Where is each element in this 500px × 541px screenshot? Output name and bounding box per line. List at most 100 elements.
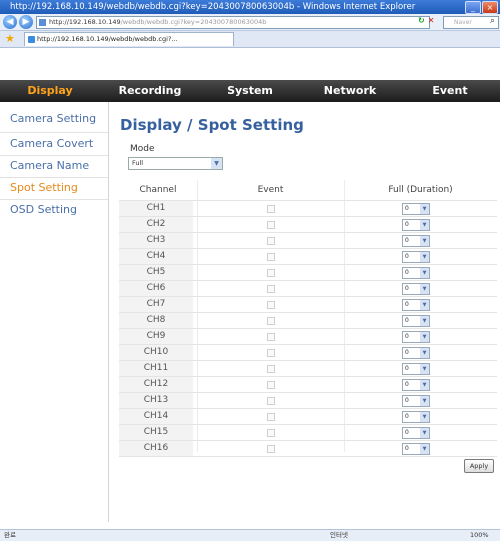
channel-cell: CH12 <box>119 377 193 392</box>
event-checkbox[interactable] <box>267 445 275 453</box>
duration-select[interactable]: 0 ▼ <box>402 203 430 215</box>
sidebar: Camera Setting Camera Covert Camera Name… <box>0 102 109 522</box>
channel-cell: CH11 <box>119 361 193 376</box>
duration-value: 0 <box>405 365 409 372</box>
chevron-down-icon: ▼ <box>420 428 429 438</box>
duration-value: 0 <box>405 285 409 292</box>
sidebar-item-camera-setting[interactable]: Camera Setting <box>10 112 96 125</box>
duration-select[interactable]: 0 ▼ <box>402 315 430 327</box>
channel-cell: CH7 <box>119 297 193 312</box>
channel-cell: CH1 <box>119 201 193 216</box>
chevron-down-icon: ▼ <box>420 220 429 230</box>
table-header: Channel Event Full (Duration) <box>119 180 497 200</box>
page-icon <box>39 19 46 26</box>
chevron-down-icon: ▼ <box>420 348 429 358</box>
chevron-down-icon: ▼ <box>420 284 429 294</box>
table-row: CH7 0 ▼ <box>119 296 497 312</box>
back-icon[interactable]: ◀ <box>3 15 17 29</box>
sidebar-item-spot-setting[interactable]: Spot Setting <box>10 181 78 194</box>
duration-select[interactable]: 0 ▼ <box>402 235 430 247</box>
favorites-star-icon[interactable]: ★ <box>5 32 15 46</box>
duration-value: 0 <box>405 397 409 404</box>
event-checkbox[interactable] <box>267 301 275 309</box>
minimize-icon[interactable]: _ <box>465 1 481 14</box>
event-checkbox[interactable] <box>267 381 275 389</box>
channel-cell: CH9 <box>119 329 193 344</box>
duration-select[interactable]: 0 ▼ <box>402 395 430 407</box>
mode-label: Mode <box>130 144 155 154</box>
channel-cell: CH5 <box>119 265 193 280</box>
menu-system[interactable]: System <box>200 80 300 102</box>
apply-button[interactable]: Apply <box>464 459 494 473</box>
chevron-down-icon: ▼ <box>211 158 222 169</box>
event-checkbox[interactable] <box>267 205 275 213</box>
menu-display[interactable]: Display <box>0 80 100 102</box>
duration-select[interactable]: 0 ▼ <box>402 299 430 311</box>
duration-select[interactable]: 0 ▼ <box>402 427 430 439</box>
table-row: CH15 0 ▼ <box>119 424 497 440</box>
refresh-icon[interactable]: ↻ <box>418 16 425 25</box>
sidebar-divider <box>0 177 108 178</box>
address-bar[interactable]: http://192.168.10.149/webdb/webdb.cgi?ke… <box>36 16 430 29</box>
duration-value: 0 <box>405 301 409 308</box>
event-checkbox[interactable] <box>267 253 275 261</box>
table-row: CH12 0 ▼ <box>119 376 497 392</box>
event-checkbox[interactable] <box>267 365 275 373</box>
menu-network[interactable]: Network <box>300 80 400 102</box>
channel-cell: CH16 <box>119 441 193 456</box>
duration-select[interactable]: 0 ▼ <box>402 347 430 359</box>
tab-favicon-icon <box>28 36 35 43</box>
chevron-down-icon: ▼ <box>420 364 429 374</box>
duration-select[interactable]: 0 ▼ <box>402 267 430 279</box>
chevron-down-icon: ▼ <box>420 300 429 310</box>
sidebar-item-camera-name[interactable]: Camera Name <box>10 159 89 172</box>
menu-event[interactable]: Event <box>400 80 500 102</box>
duration-value: 0 <box>405 413 409 420</box>
event-checkbox[interactable] <box>267 397 275 405</box>
chevron-down-icon: ▼ <box>420 252 429 262</box>
sidebar-divider <box>0 132 108 133</box>
tab-title: http://192.168.10.149/webdb/webdb.cgi?..… <box>37 35 178 43</box>
menu-recording[interactable]: Recording <box>100 80 200 102</box>
table-row: CH8 0 ▼ <box>119 312 497 328</box>
event-checkbox[interactable] <box>267 285 275 293</box>
duration-select[interactable]: 0 ▼ <box>402 411 430 423</box>
sidebar-item-camera-covert[interactable]: Camera Covert <box>10 137 93 150</box>
event-checkbox[interactable] <box>267 221 275 229</box>
duration-select[interactable]: 0 ▼ <box>402 379 430 391</box>
window-titlebar: http://192.168.10.149/webdb/webdb.cgi?ke… <box>0 0 500 14</box>
duration-select[interactable]: 0 ▼ <box>402 331 430 343</box>
duration-value: 0 <box>405 333 409 340</box>
channel-cell: CH4 <box>119 249 193 264</box>
event-checkbox[interactable] <box>267 269 275 277</box>
event-checkbox[interactable] <box>267 429 275 437</box>
mode-select[interactable]: Full ▼ <box>128 157 223 170</box>
zoom-level[interactable]: 100% <box>470 530 489 541</box>
sidebar-item-osd-setting[interactable]: OSD Setting <box>10 203 77 216</box>
duration-select[interactable]: 0 ▼ <box>402 363 430 375</box>
close-icon[interactable]: × <box>482 1 498 14</box>
event-checkbox[interactable] <box>267 413 275 421</box>
channel-cell: CH2 <box>119 217 193 232</box>
browser-tab[interactable]: http://192.168.10.149/webdb/webdb.cgi?..… <box>24 32 234 46</box>
table-row: CH5 0 ▼ <box>119 264 497 280</box>
search-icon[interactable]: ⌕ <box>490 16 495 26</box>
event-checkbox[interactable] <box>267 333 275 341</box>
event-checkbox[interactable] <box>267 317 275 325</box>
address-tools: ↻ ✕ <box>418 16 434 25</box>
channel-cell: CH14 <box>119 409 193 424</box>
duration-value: 0 <box>405 205 409 212</box>
event-checkbox[interactable] <box>267 237 275 245</box>
forward-icon[interactable]: ▶ <box>19 15 33 29</box>
table-row: CH4 0 ▼ <box>119 248 497 264</box>
duration-select[interactable]: 0 ▼ <box>402 443 430 455</box>
event-checkbox[interactable] <box>267 349 275 357</box>
chevron-down-icon: ▼ <box>420 396 429 406</box>
status-bar: 완료 인터넷 100% <box>0 529 500 541</box>
duration-select[interactable]: 0 ▼ <box>402 251 430 263</box>
duration-select[interactable]: 0 ▼ <box>402 219 430 231</box>
duration-select[interactable]: 0 ▼ <box>402 283 430 295</box>
table-row: CH9 0 ▼ <box>119 328 497 344</box>
stop-icon[interactable]: ✕ <box>428 16 435 25</box>
table-row: CH3 0 ▼ <box>119 232 497 248</box>
